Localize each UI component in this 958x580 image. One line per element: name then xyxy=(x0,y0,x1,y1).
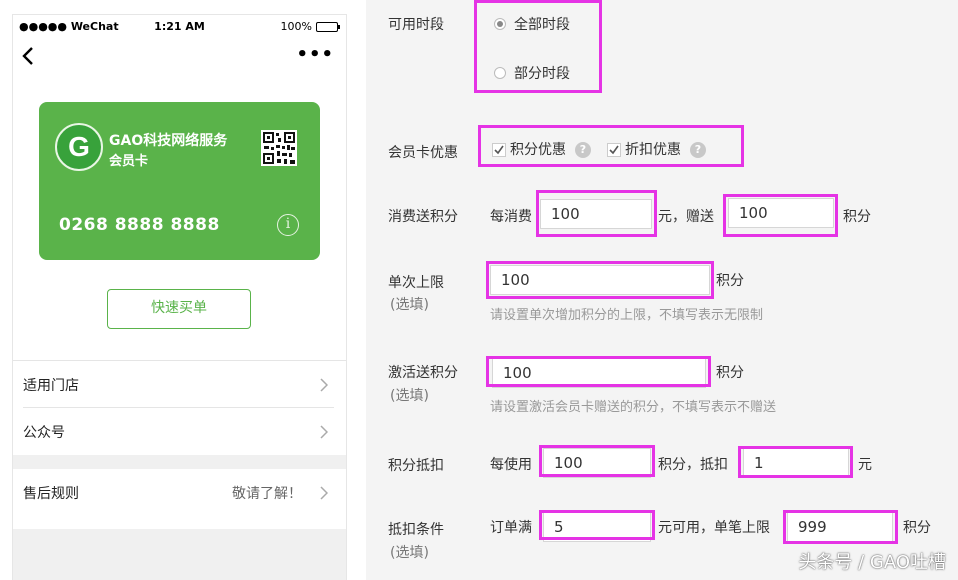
rate-discount-label[interactable]: 折扣优惠 xyxy=(625,139,681,159)
points-discount-label[interactable]: 积分优惠 xyxy=(510,139,566,159)
spend-mid: 元，赠送 xyxy=(658,209,714,225)
back-arrow-icon[interactable] xyxy=(19,45,37,67)
quick-pay-button[interactable]: 快速买单 xyxy=(107,289,251,329)
chevron-right-icon xyxy=(320,425,328,439)
points-deduct-label: 积分抵扣 xyxy=(388,458,444,474)
merchant-logo: G xyxy=(55,123,103,171)
activation-points-label: 激活送积分 xyxy=(388,365,458,381)
chevron-right-icon xyxy=(320,486,328,500)
list-separator xyxy=(13,455,346,469)
card-menu-list: 适用门店 公众号 售后规则 敬请了解！ xyxy=(13,360,346,517)
radio-all-time[interactable] xyxy=(494,18,506,30)
deduct-prefix: 每使用 xyxy=(490,457,532,473)
list-item-stores[interactable]: 适用门店 xyxy=(13,361,346,408)
list-item-after-sales[interactable]: 售后规则 敬请了解！ xyxy=(13,469,346,517)
activation-points-input[interactable]: 100 xyxy=(492,358,706,388)
spend-points-label: 消费送积分 xyxy=(388,209,458,225)
single-limit-hint: 请设置单次增加积分的上限，不填写表示无限制 xyxy=(490,308,764,323)
condition-suffix: 积分 xyxy=(903,520,931,536)
radio-partial-time-label[interactable]: 部分时段 xyxy=(514,63,570,83)
optional-label: (选填) xyxy=(390,545,429,561)
help-icon[interactable]: ? xyxy=(690,142,706,158)
deduct-condition-label: 抵扣条件 xyxy=(388,522,444,538)
optional-label: (选填) xyxy=(390,388,429,404)
checkbox-points-discount[interactable] xyxy=(492,143,506,157)
card-number: 0268 8888 8888 xyxy=(59,215,220,235)
card-type: 会员卡 xyxy=(109,154,149,169)
chevron-right-icon xyxy=(320,378,328,392)
help-icon[interactable]: ? xyxy=(575,142,591,158)
max-points-input[interactable]: 999 xyxy=(787,512,893,542)
deduct-suffix: 元 xyxy=(858,457,872,473)
min-order-input[interactable]: 5 xyxy=(543,512,651,542)
single-limit-suffix: 积分 xyxy=(716,273,744,289)
merchant-name: GAO科技网络服务 xyxy=(109,133,228,149)
logo-letter: G xyxy=(68,131,90,162)
info-icon[interactable]: i xyxy=(277,214,299,236)
status-bar: ●●●●● WeChat 1:21 AM 100% xyxy=(13,15,346,37)
time-period-label: 可用时段 xyxy=(388,17,444,33)
checkbox-rate-discount[interactable] xyxy=(607,143,621,157)
battery-status: 100% xyxy=(280,20,340,33)
qr-code-icon[interactable] xyxy=(261,130,297,166)
after-sales-value: 敬请了解！ xyxy=(232,486,302,502)
single-limit-input[interactable]: 100 xyxy=(490,265,710,295)
spend-prefix: 每消费 xyxy=(490,209,532,225)
spend-suffix: 积分 xyxy=(843,209,871,225)
member-card[interactable]: G GAO科技网络服务 会员卡 0268 8888 8888 i xyxy=(39,102,320,260)
condition-mid: 元可用，单笔上限 xyxy=(658,520,770,536)
condition-prefix: 订单满 xyxy=(490,520,532,536)
member-discount-label: 会员卡优惠 xyxy=(388,145,458,161)
radio-partial-time[interactable] xyxy=(494,67,506,79)
watermark: 头条号 / GAO吐槽 xyxy=(798,552,946,573)
spend-amount-input[interactable]: 100 xyxy=(540,199,652,229)
list-item-label: 公众号 xyxy=(23,424,65,441)
phone-bottom-area xyxy=(13,529,346,580)
nav-bar: ••• xyxy=(13,39,346,75)
list-item-label: 售后规则 xyxy=(23,486,79,502)
deduct-mid: 积分，抵扣 xyxy=(658,457,728,473)
activation-points-hint: 请设置激活会员卡赠送的积分，不填写表示不赠送 xyxy=(490,400,777,415)
card-settings-form: 可用时段 全部时段 部分时段 会员卡优惠 积分优惠 ? 折扣优惠 ? 消费送积分… xyxy=(366,0,958,580)
radio-all-time-label[interactable]: 全部时段 xyxy=(514,14,570,34)
deduct-points-input[interactable]: 100 xyxy=(543,448,651,478)
phone-preview: ●●●●● WeChat 1:21 AM 100% ••• G GAO科技网络服… xyxy=(12,14,347,580)
deduct-yuan-input[interactable]: 1 xyxy=(743,448,849,478)
list-item-label: 适用门店 xyxy=(23,377,79,394)
more-menu-icon[interactable]: ••• xyxy=(296,46,334,64)
battery-percent: 100% xyxy=(280,20,312,33)
optional-label: (选填) xyxy=(390,297,429,313)
list-item-official-account[interactable]: 公众号 xyxy=(13,408,346,455)
bonus-points-input[interactable]: 100 xyxy=(728,198,834,228)
battery-icon xyxy=(316,21,340,32)
activation-points-suffix: 积分 xyxy=(716,365,744,381)
single-limit-label: 单次上限 xyxy=(388,275,444,291)
